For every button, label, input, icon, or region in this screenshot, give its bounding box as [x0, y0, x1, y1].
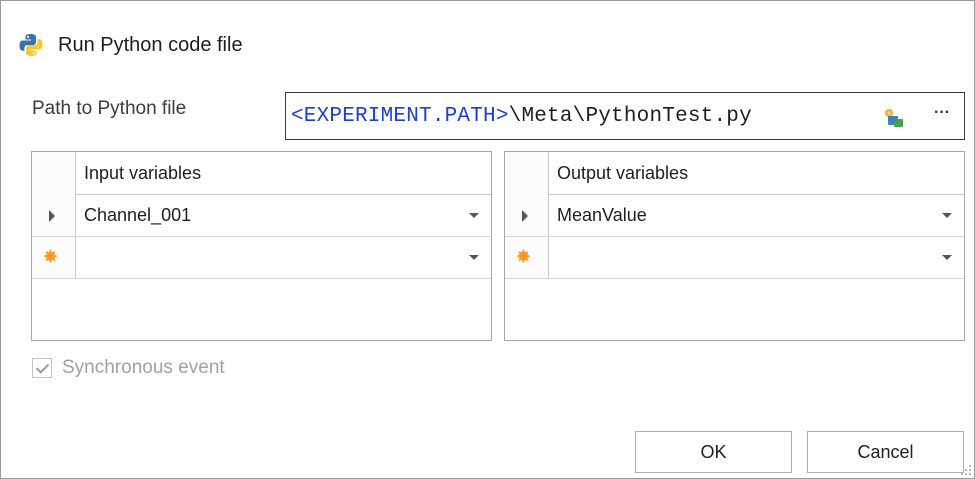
input-variables-grid: Input variables Channel_001 ✸ — [31, 151, 492, 341]
path-label: Path to Python file — [32, 98, 187, 119]
synchronous-event-checkbox[interactable] — [32, 358, 52, 378]
input-grid-header: Input variables — [32, 152, 491, 195]
dialog-title: Run Python code file — [58, 33, 243, 56]
output-grid-header: Output variables — [505, 152, 964, 195]
dialog-title-bar: Run Python code file — [18, 31, 243, 59]
run-python-dialog: Run Python code file Path to Python file… — [0, 0, 975, 479]
table-row-new[interactable]: ✸ — [505, 237, 964, 279]
chevron-down-icon[interactable] — [469, 255, 479, 260]
input-variables-header[interactable]: Input variables — [84, 163, 201, 184]
cancel-button[interactable]: Cancel — [807, 431, 964, 473]
chevron-down-icon[interactable] — [942, 213, 952, 218]
resize-grip-icon[interactable] — [959, 463, 971, 475]
table-row-new[interactable]: ✸ — [32, 237, 491, 279]
row-indicator[interactable]: ✸ — [505, 237, 549, 278]
synchronous-event-label: Synchronous event — [62, 357, 225, 378]
output-variable-cell[interactable]: MeanValue — [557, 205, 647, 226]
row-indicator[interactable] — [32, 195, 76, 236]
browse-button[interactable]: ··· — [932, 104, 952, 126]
grid-corner — [505, 152, 549, 195]
new-row-star-icon: ✸ — [515, 247, 532, 268]
python-file-path-field[interactable]: <EXPERIMENT.PATH>\Meta\PythonTest.py ··· — [285, 92, 965, 140]
synchronous-event-option: Synchronous event — [32, 357, 225, 379]
input-variable-cell[interactable]: Channel_001 — [84, 205, 191, 226]
grid-corner — [32, 152, 76, 195]
chevron-down-icon[interactable] — [942, 255, 952, 260]
path-variable-token: <EXPERIMENT.PATH> — [291, 104, 509, 128]
new-row-star-icon: ✸ — [42, 247, 59, 268]
path-relative-part: \Meta\PythonTest.py — [508, 104, 752, 128]
table-row[interactable]: Channel_001 — [32, 195, 491, 237]
variable-picker-icon[interactable] — [883, 107, 905, 129]
output-variables-grid: Output variables MeanValue ✸ — [504, 151, 965, 341]
chevron-down-icon[interactable] — [469, 213, 479, 218]
row-indicator[interactable] — [505, 195, 549, 236]
ok-button[interactable]: OK — [635, 431, 792, 473]
current-row-arrow-icon — [48, 209, 55, 222]
path-value[interactable]: <EXPERIMENT.PATH>\Meta\PythonTest.py — [286, 105, 752, 128]
output-variables-header[interactable]: Output variables — [557, 163, 688, 184]
row-indicator[interactable]: ✸ — [32, 237, 76, 278]
table-row[interactable]: MeanValue — [505, 195, 964, 237]
current-row-arrow-icon — [521, 209, 528, 222]
python-icon — [18, 32, 44, 58]
